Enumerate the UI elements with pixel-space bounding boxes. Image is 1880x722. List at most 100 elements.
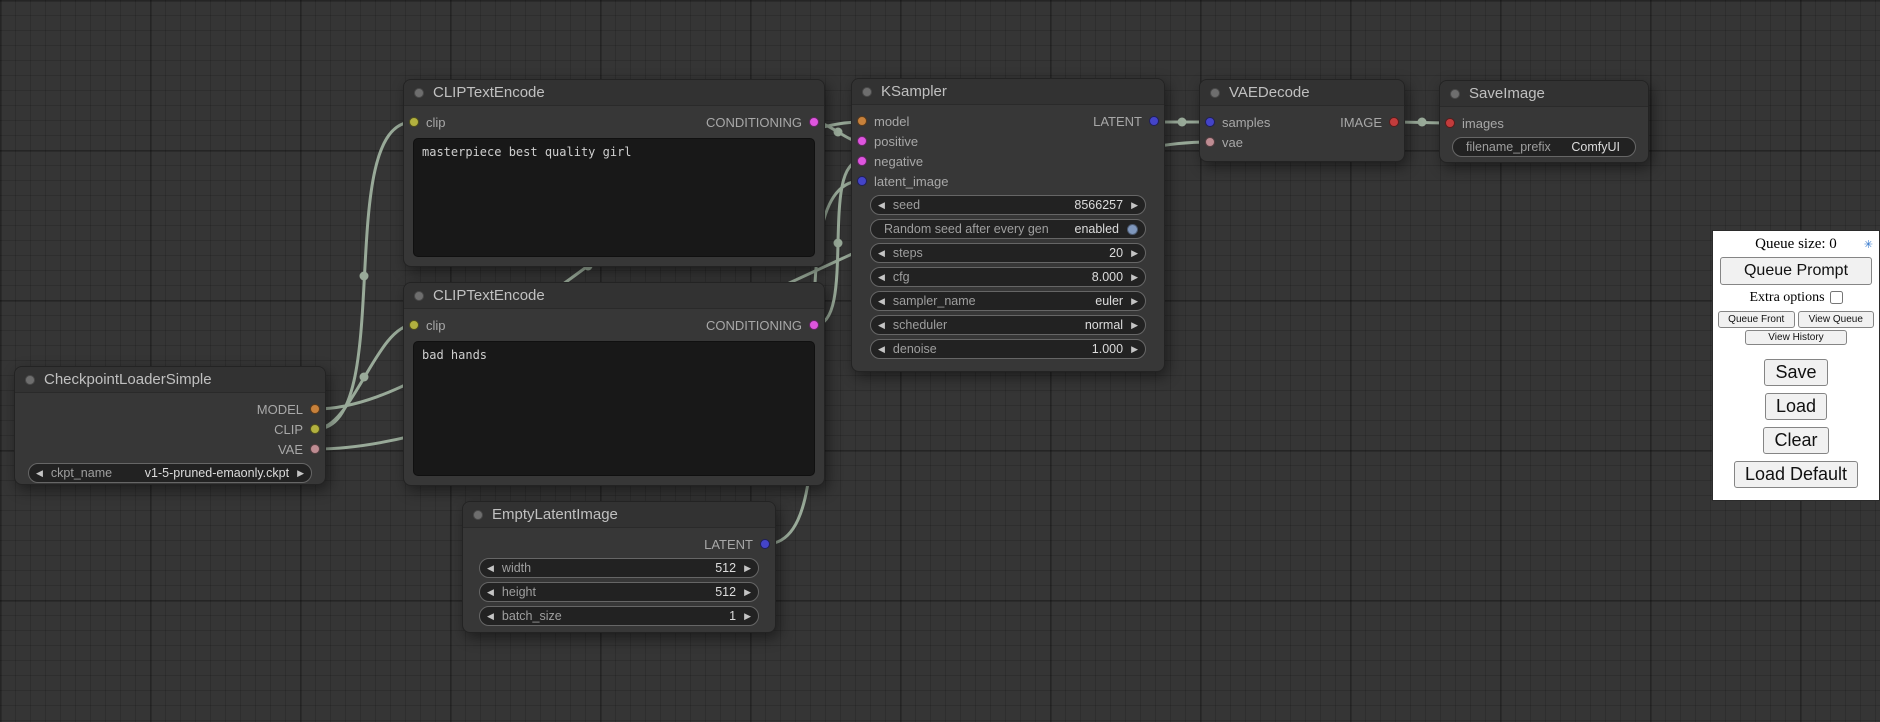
node-checkpoint-loader[interactable]: CheckpointLoaderSimple MODEL CLIP VAE ◀ …: [14, 366, 326, 485]
node-title-bar[interactable]: CLIPTextEncode: [404, 283, 824, 309]
widget-value: 1.000: [1092, 342, 1123, 356]
model-output-dot[interactable]: [310, 404, 320, 414]
conditioning-output-dot[interactable]: [809, 320, 819, 330]
view-queue-button[interactable]: View Queue: [1798, 311, 1875, 328]
stepper-right-icon[interactable]: ▶: [1131, 249, 1138, 258]
seed-control-widget[interactable]: Random seed after every gen enabled: [870, 219, 1146, 239]
node-clip-text-encode-negative[interactable]: CLIPTextEncode clip CONDITIONING bad han…: [403, 282, 825, 486]
node-title-bar[interactable]: EmptyLatentImage: [463, 502, 775, 528]
widget-label: sampler_name: [893, 294, 976, 308]
cfg-widget[interactable]: ◀ cfg 8.000 ▶: [870, 267, 1146, 287]
width-widget[interactable]: ◀ width 512 ▶: [479, 558, 759, 578]
stepper-right-icon[interactable]: ▶: [1131, 273, 1138, 282]
samples-input-dot[interactable]: [1205, 117, 1215, 127]
slot-row: MODEL: [15, 399, 325, 419]
queue-front-button[interactable]: Queue Front: [1718, 311, 1795, 328]
stepper-right-icon[interactable]: ▶: [1131, 297, 1138, 306]
image-output-dot[interactable]: [1389, 117, 1399, 127]
clear-button[interactable]: Clear: [1763, 427, 1828, 454]
stepper-left-icon[interactable]: ◀: [487, 564, 494, 573]
clip-input-dot[interactable]: [409, 320, 419, 330]
node-clip-text-encode-positive[interactable]: CLIPTextEncode clip CONDITIONING masterp…: [403, 79, 825, 267]
node-title-bar[interactable]: CLIPTextEncode: [404, 80, 824, 106]
latent-output-dot[interactable]: [1149, 116, 1159, 126]
toggle-indicator[interactable]: [1127, 224, 1138, 235]
widget-value: normal: [1085, 318, 1123, 332]
negative-input-dot[interactable]: [857, 156, 867, 166]
collapse-dot[interactable]: [25, 375, 35, 385]
stepper-left-icon[interactable]: ◀: [36, 469, 43, 478]
batch-size-widget[interactable]: ◀ batch_size 1 ▶: [479, 606, 759, 626]
node-ksampler[interactable]: KSampler model LATENT positive negative …: [851, 78, 1165, 372]
collapse-dot[interactable]: [414, 88, 424, 98]
node-title: KSampler: [881, 83, 947, 100]
clip-output-dot[interactable]: [310, 424, 320, 434]
widget-value: 512: [715, 585, 736, 599]
stepper-right-icon[interactable]: ▶: [1131, 201, 1138, 210]
clip-input-dot[interactable]: [409, 117, 419, 127]
stepper-left-icon[interactable]: ◀: [878, 321, 885, 330]
steps-widget[interactable]: ◀ steps 20 ▶: [870, 243, 1146, 263]
positive-input-dot[interactable]: [857, 136, 867, 146]
negative-input-label: negative: [874, 154, 923, 169]
widget-label: denoise: [893, 342, 937, 356]
positive-prompt-textarea[interactable]: masterpiece best quality girl: [413, 138, 815, 257]
collapse-dot[interactable]: [473, 510, 483, 520]
seed-widget[interactable]: ◀ seed 8566257 ▶: [870, 195, 1146, 215]
conditioning-output-dot[interactable]: [809, 117, 819, 127]
sampler-name-widget[interactable]: ◀ sampler_name euler ▶: [870, 291, 1146, 311]
vae-output-dot[interactable]: [310, 444, 320, 454]
stepper-right-icon[interactable]: ▶: [297, 469, 304, 478]
widget-label: scheduler: [893, 318, 947, 332]
vae-input-dot[interactable]: [1205, 137, 1215, 147]
node-title-bar[interactable]: CheckpointLoaderSimple: [15, 367, 325, 393]
save-button[interactable]: Save: [1764, 359, 1827, 386]
slot-row: vae: [1200, 132, 1404, 152]
stepper-left-icon[interactable]: ◀: [878, 273, 885, 282]
queue-menu: Queue size: 0 ✳ Queue Prompt Extra optio…: [1712, 230, 1880, 501]
positive-input-label: positive: [874, 134, 918, 149]
vae-input-label: vae: [1222, 135, 1243, 150]
stepper-left-icon[interactable]: ◀: [878, 249, 885, 258]
stepper-right-icon[interactable]: ▶: [1131, 345, 1138, 354]
latent-image-input-dot[interactable]: [857, 176, 867, 186]
node-title-bar[interactable]: KSampler: [852, 79, 1164, 105]
stepper-left-icon[interactable]: ◀: [878, 201, 885, 210]
negative-prompt-textarea[interactable]: bad hands: [413, 341, 815, 476]
stepper-left-icon[interactable]: ◀: [878, 345, 885, 354]
collapse-dot[interactable]: [1210, 88, 1220, 98]
scheduler-widget[interactable]: ◀ scheduler normal ▶: [870, 315, 1146, 335]
collapse-dot[interactable]: [1450, 89, 1460, 99]
ckpt-name-widget[interactable]: ◀ ckpt_name v1-5-pruned-emaonly.ckpt ▶: [28, 463, 312, 483]
height-widget[interactable]: ◀ height 512 ▶: [479, 582, 759, 602]
stepper-left-icon[interactable]: ◀: [487, 588, 494, 597]
slot-row: negative: [852, 151, 1164, 171]
view-history-button[interactable]: View History: [1745, 330, 1846, 345]
images-input-dot[interactable]: [1445, 118, 1455, 128]
node-vae-decode[interactable]: VAEDecode samples IMAGE vae: [1199, 79, 1405, 162]
stepper-left-icon[interactable]: ◀: [878, 297, 885, 306]
node-title-bar[interactable]: SaveImage: [1440, 81, 1648, 107]
stepper-right-icon[interactable]: ▶: [744, 612, 751, 621]
node-save-image[interactable]: SaveImage images filename_prefix ComfyUI: [1439, 80, 1649, 163]
stepper-left-icon[interactable]: ◀: [487, 612, 494, 621]
settings-icon[interactable]: ✳: [1864, 235, 1873, 255]
node-graph-canvas[interactable]: CheckpointLoaderSimple MODEL CLIP VAE ◀ …: [0, 0, 1880, 722]
denoise-widget[interactable]: ◀ denoise 1.000 ▶: [870, 339, 1146, 359]
extra-options-checkbox[interactable]: [1830, 291, 1843, 304]
widget-label: width: [502, 561, 531, 575]
stepper-right-icon[interactable]: ▶: [744, 564, 751, 573]
load-default-button[interactable]: Load Default: [1734, 461, 1858, 488]
stepper-right-icon[interactable]: ▶: [744, 588, 751, 597]
load-button[interactable]: Load: [1765, 393, 1827, 420]
node-title-bar[interactable]: VAEDecode: [1200, 80, 1404, 106]
stepper-right-icon[interactable]: ▶: [1131, 321, 1138, 330]
node-empty-latent-image[interactable]: EmptyLatentImage LATENT ◀ width 512 ▶ ◀ …: [462, 501, 776, 633]
collapse-dot[interactable]: [414, 291, 424, 301]
latent-output-dot[interactable]: [760, 539, 770, 549]
model-input-dot[interactable]: [857, 116, 867, 126]
collapse-dot[interactable]: [862, 87, 872, 97]
filename-prefix-widget[interactable]: filename_prefix ComfyUI: [1452, 137, 1636, 157]
latent-image-input-label: latent_image: [874, 174, 948, 189]
queue-prompt-button[interactable]: Queue Prompt: [1720, 257, 1872, 285]
